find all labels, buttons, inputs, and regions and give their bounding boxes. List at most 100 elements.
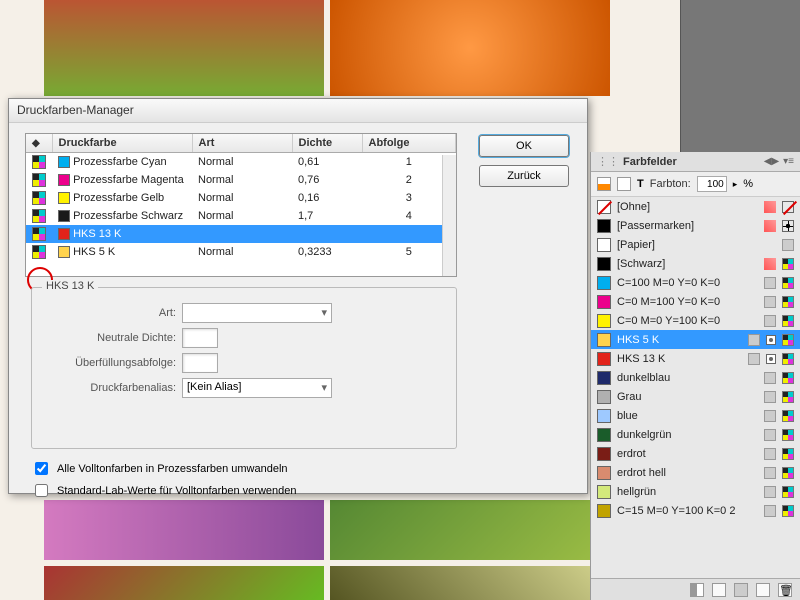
collapse-icon[interactable]: ◀▶ xyxy=(764,156,779,167)
swatch-name: [Passermarken] xyxy=(617,220,758,232)
swatch-row[interactable]: C=0 M=0 Y=100 K=0 xyxy=(591,311,800,330)
swatch-chip xyxy=(597,257,611,271)
abfolge-input[interactable] xyxy=(182,353,218,373)
show-options-icon[interactable] xyxy=(690,583,704,597)
swatch-chip xyxy=(597,504,611,518)
swatch-chip xyxy=(597,238,611,252)
ink-swatch xyxy=(58,156,70,168)
swatch-name: hellgrün xyxy=(617,486,758,498)
ink-row[interactable]: HKS 5 KNormal0,32335 xyxy=(26,243,456,261)
cmyk-icon xyxy=(782,467,794,479)
swatch-chip xyxy=(597,485,611,499)
ok-button[interactable]: OK xyxy=(479,135,569,157)
swatch-row[interactable]: HKS 13 K xyxy=(591,349,800,368)
bg-photo xyxy=(330,500,590,560)
tint-label: Farbton: xyxy=(650,178,691,190)
cmyk-icon xyxy=(782,486,794,498)
ink-swatch xyxy=(58,210,70,222)
swatch-row[interactable]: [Schwarz] xyxy=(591,254,800,273)
table-scrollbar[interactable] xyxy=(442,155,456,276)
bg-photo xyxy=(44,0,324,96)
new-folder-icon[interactable] xyxy=(756,583,770,597)
ink-type-icon xyxy=(32,191,46,205)
fill-icon[interactable] xyxy=(597,177,611,191)
dichte-input[interactable] xyxy=(182,328,218,348)
ink-row[interactable]: HKS 13 K xyxy=(26,225,456,243)
ink-density: 0,3233 xyxy=(292,243,362,261)
swatch-row[interactable]: C=15 M=0 Y=100 K=0 2 xyxy=(591,501,800,520)
swatch-list[interactable]: [Ohne] [Passermarken] [Papier] [Schwarz] C=1… xyxy=(591,197,800,542)
swatch-row[interactable]: HKS 5 K xyxy=(591,330,800,349)
stroke-icon[interactable] xyxy=(617,177,631,191)
cmyk-icon xyxy=(782,429,794,441)
tint-input[interactable] xyxy=(697,176,727,192)
ink-swatch xyxy=(58,192,70,204)
table-header-row: ◆ Druckfarbe Art Dichte Abfolge xyxy=(26,134,456,153)
new-swatch-2-icon[interactable] xyxy=(734,583,748,597)
swatch-row[interactable]: Grau xyxy=(591,387,800,406)
tint-slider-icon[interactable]: ▸ xyxy=(733,179,738,190)
tab-grip-icon: ⋮⋮ xyxy=(597,155,619,168)
trash-icon[interactable]: 🗑 xyxy=(778,583,792,597)
swatch-name: HKS 13 K xyxy=(617,353,742,365)
spot-icon xyxy=(766,335,776,345)
ink-row[interactable]: Prozessfarbe MagentaNormal0,762 xyxy=(26,171,456,189)
swatch-row[interactable]: erdrot xyxy=(591,444,800,463)
menu-icon[interactable]: ▾≡ xyxy=(783,156,794,167)
swatch-row[interactable]: [Passermarken] xyxy=(591,216,800,235)
swatch-row[interactable]: [Papier] xyxy=(591,235,800,254)
convert-spot-checkbox[interactable] xyxy=(35,462,48,475)
ink-row[interactable]: Prozessfarbe CyanNormal0,611 xyxy=(26,153,456,172)
ink-name: Prozessfarbe Schwarz xyxy=(73,210,183,222)
col-header-ink[interactable]: Druckfarbe xyxy=(52,134,192,153)
ink-name: HKS 5 K xyxy=(73,246,115,258)
swatch-chip xyxy=(597,390,611,404)
swatch-chip xyxy=(597,409,611,423)
convert-spot-label: Alle Volltonfarben in Prozessfarben umwa… xyxy=(57,463,288,475)
lab-values-label: Standard-Lab-Werte für Volltonfarben ver… xyxy=(57,485,297,497)
col-header-seq[interactable]: Abfolge xyxy=(362,134,456,153)
swatch-row[interactable]: erdrot hell xyxy=(591,463,800,482)
swatch-row[interactable]: C=100 M=0 Y=0 K=0 xyxy=(591,273,800,292)
ink-type-icon xyxy=(32,155,46,169)
ink-row[interactable]: Prozessfarbe SchwarzNormal1,74 xyxy=(26,207,456,225)
group-title: HKS 13 K xyxy=(42,280,98,292)
panel-toolbar: T Farbton: ▸ % xyxy=(591,172,800,197)
col-header-icon[interactable]: ◆ xyxy=(26,134,52,153)
ink-name: Prozessfarbe Cyan xyxy=(73,156,167,168)
dialog-title: Druckfarben-Manager xyxy=(9,99,587,123)
panel-tab[interactable]: ⋮⋮ Farbfelder ◀▶ ▾≡ xyxy=(591,152,800,172)
lab-values-checkbox[interactable] xyxy=(35,484,48,497)
swatch-row[interactable]: dunkelgrün xyxy=(591,425,800,444)
ink-manager-dialog: Druckfarben-Manager ◆ Druckfarbe Art Dic… xyxy=(8,98,588,494)
swatch-row[interactable]: dunkelblau xyxy=(591,368,800,387)
swatch-row[interactable]: blue xyxy=(591,406,800,425)
ink-type-icon xyxy=(32,245,46,259)
swatch-row[interactable]: hellgrün xyxy=(591,482,800,501)
swatch-row[interactable]: [Ohne] xyxy=(591,197,800,216)
spacer xyxy=(764,296,776,308)
ink-type-icon xyxy=(32,227,46,241)
swatch-chip xyxy=(597,295,611,309)
swatch-name: [Schwarz] xyxy=(617,258,758,270)
new-swatch-icon[interactable] xyxy=(712,583,726,597)
ink-type: Normal xyxy=(192,189,292,207)
art-combo[interactable] xyxy=(182,303,332,323)
spacer xyxy=(782,239,794,251)
ink-density xyxy=(292,225,362,243)
swatch-row[interactable]: C=0 M=100 Y=0 K=0 xyxy=(591,292,800,311)
alias-combo[interactable]: [Kein Alias] xyxy=(182,378,332,398)
spacer xyxy=(748,353,760,365)
cmyk-icon xyxy=(782,277,794,289)
swatch-name: dunkelblau xyxy=(617,372,758,384)
back-button[interactable]: Zurück xyxy=(479,165,569,187)
swatch-name: C=15 M=0 Y=100 K=0 2 xyxy=(617,505,758,517)
text-color-icon[interactable]: T xyxy=(637,178,644,190)
ink-density: 0,61 xyxy=(292,153,362,172)
swatch-chip xyxy=(597,447,611,461)
ink-row[interactable]: Prozessfarbe GelbNormal0,163 xyxy=(26,189,456,207)
col-header-type[interactable]: Art xyxy=(192,134,292,153)
spacer xyxy=(764,391,776,403)
noedit-icon xyxy=(764,201,776,213)
col-header-density[interactable]: Dichte xyxy=(292,134,362,153)
